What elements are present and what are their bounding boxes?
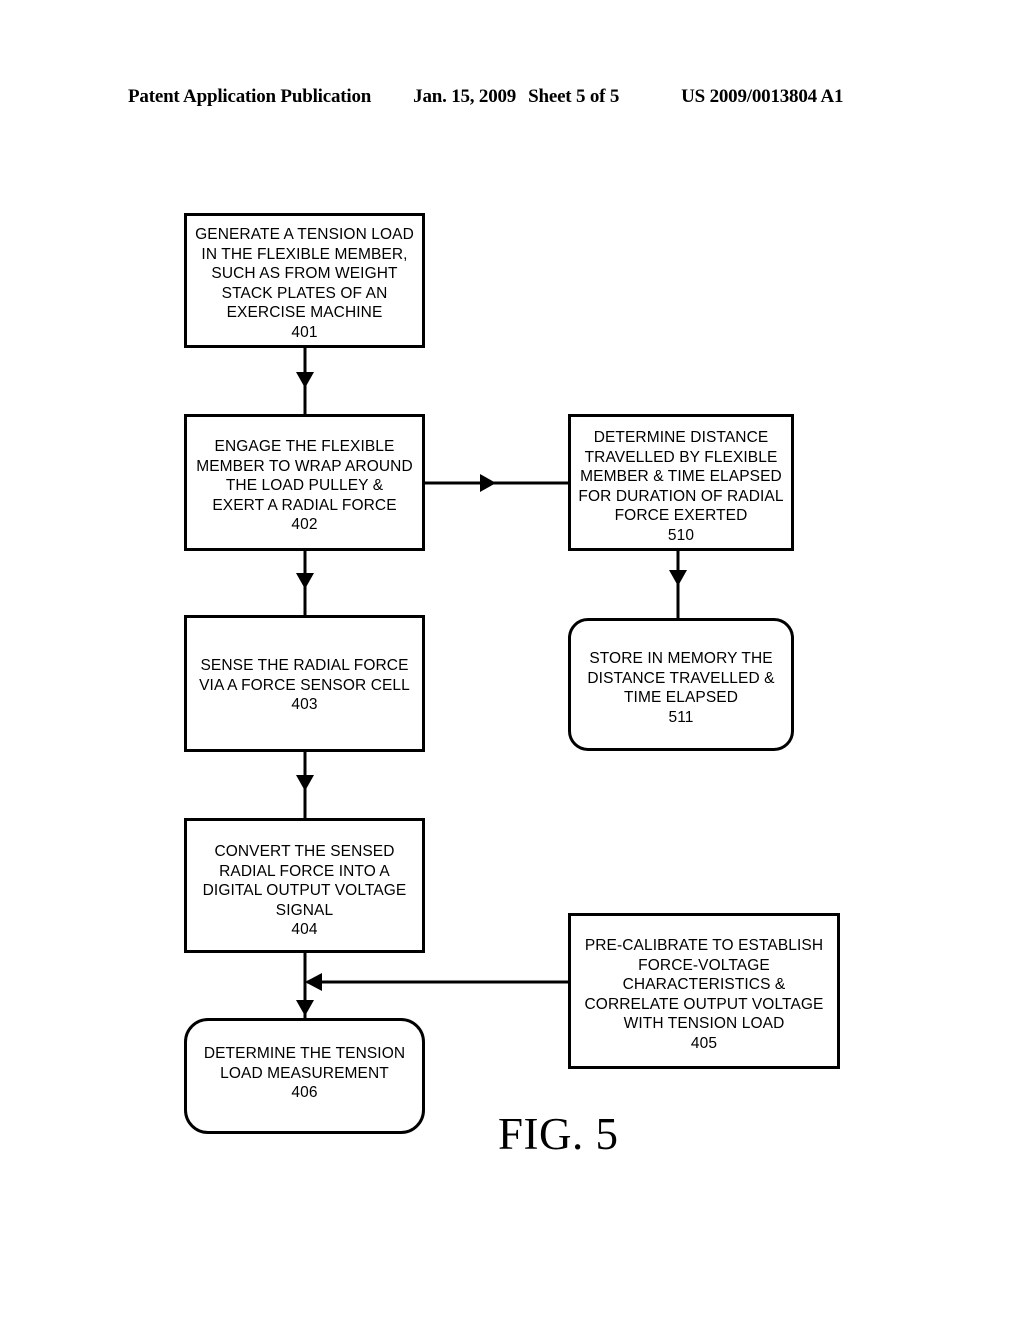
flow-step-510-text: DETERMINE DISTANCE TRAVELLED BY FLEXIBLE…	[578, 429, 784, 544]
flow-step-405-text: PRE-CALIBRATE TO ESTABLISH FORCE-VOLTAGE…	[584, 937, 824, 1052]
connector-404-to-406	[296, 953, 314, 1018]
connector-510-to-511	[669, 551, 687, 618]
flow-step-511[interactable]: STORE IN MEMORY THE DISTANCE TRAVELLED &…	[568, 618, 794, 751]
flow-step-511-text: STORE IN MEMORY THE DISTANCE TRAVELLED &…	[587, 650, 775, 726]
flow-step-404-text: CONVERT THE SENSED RADIAL FORCE INTO A D…	[202, 843, 407, 938]
flow-step-401-text: GENERATE A TENSION LOAD IN THE FLEXIBLE …	[195, 226, 414, 341]
flow-step-406-text: DETERMINE THE TENSION LOAD MEASUREMENT 4…	[203, 1045, 406, 1101]
flow-step-403[interactable]: SENSE THE RADIAL FORCE VIA A FORCE SENSO…	[184, 615, 425, 752]
flow-step-404[interactable]: CONVERT THE SENSED RADIAL FORCE INTO A D…	[184, 818, 425, 953]
connector-403-to-404	[296, 752, 314, 818]
figure-caption: FIG. 5	[498, 1109, 619, 1159]
connector-405-to-404	[305, 973, 568, 991]
flow-step-401[interactable]: GENERATE A TENSION LOAD IN THE FLEXIBLE …	[184, 213, 425, 348]
flow-step-403-text: SENSE THE RADIAL FORCE VIA A FORCE SENSO…	[199, 657, 410, 713]
flow-step-405[interactable]: PRE-CALIBRATE TO ESTABLISH FORCE-VOLTAGE…	[568, 913, 840, 1069]
connector-401-to-402	[296, 348, 314, 414]
flow-step-402-text: ENGAGE THE FLEXIBLE MEMBER TO WRAP AROUN…	[196, 438, 413, 533]
flow-step-402[interactable]: ENGAGE THE FLEXIBLE MEMBER TO WRAP AROUN…	[184, 414, 425, 551]
connector-402-to-403	[296, 551, 314, 615]
flow-step-510[interactable]: DETERMINE DISTANCE TRAVELLED BY FLEXIBLE…	[568, 414, 794, 551]
connector-402-to-510	[425, 474, 568, 492]
flow-step-406[interactable]: DETERMINE THE TENSION LOAD MEASUREMENT 4…	[184, 1018, 425, 1134]
